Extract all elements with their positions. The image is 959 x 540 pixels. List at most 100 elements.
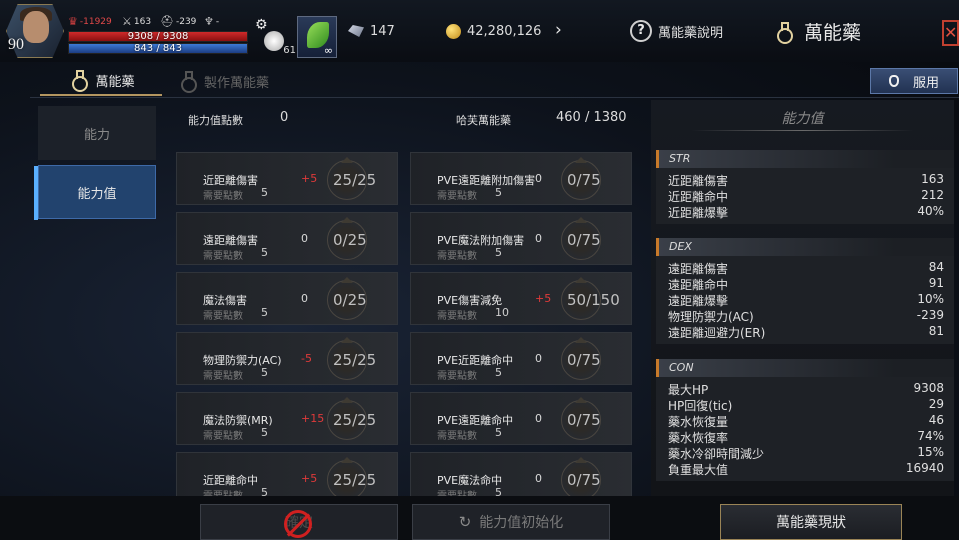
close-button[interactable]: ✕ bbox=[942, 20, 959, 46]
attack-stat: ⚔ 163 bbox=[122, 15, 152, 28]
stat-row-label: 藥水恢復量 bbox=[668, 415, 729, 429]
required-points-label: 需要點數 bbox=[203, 487, 243, 496]
stat-row: 負重最大值 16940 bbox=[656, 461, 954, 477]
stat-card-name: PVE魔法附加傷害 bbox=[437, 234, 525, 247]
stat-card-name: 近距離傷害 bbox=[203, 174, 258, 187]
stat-group-title: STR bbox=[656, 150, 954, 168]
required-points-label: 需要點數 bbox=[203, 371, 243, 382]
stat-row-value: 40% bbox=[917, 204, 944, 218]
stat-card-level: 25/25 bbox=[333, 411, 377, 429]
lawful-icon: ♛ bbox=[68, 15, 78, 28]
stat-card-name: 魔法傷害 bbox=[203, 294, 247, 307]
stat-card[interactable]: PVE魔法附加傷害 需要點數 5 0 0/75 bbox=[410, 212, 632, 265]
stat-row: 藥水恢復量 46 bbox=[656, 413, 954, 429]
required-points-label: 需要點數 bbox=[437, 191, 477, 202]
required-points-label: 需要點數 bbox=[437, 431, 477, 442]
potion-bottle-icon bbox=[888, 75, 899, 87]
stat-row-value: 84 bbox=[928, 260, 944, 274]
stat-card[interactable]: PVE近距離命中 需要點數 5 0 0/75 bbox=[410, 332, 632, 385]
stat-card[interactable]: PVE魔法命中需要點數 5 0 0/75 bbox=[410, 452, 632, 496]
required-points-value: 5 bbox=[495, 246, 502, 259]
stat-row: 遠距離爆擊 10% bbox=[656, 292, 954, 308]
help-button[interactable]: ? 萬能藥說明 bbox=[630, 20, 723, 42]
tab-elixir[interactable]: 萬能藥 bbox=[40, 66, 162, 96]
stat-row: 藥水恢復率 74% bbox=[656, 429, 954, 445]
stat-row: 近距離爆擊 40% bbox=[656, 204, 954, 220]
stat-row-value: 74% bbox=[917, 429, 944, 443]
mp-bar: 843 / 843 bbox=[68, 43, 248, 54]
character-level: 90 bbox=[8, 36, 24, 53]
stat-row: HP回復(tic) 29 bbox=[656, 397, 954, 413]
reset-icon: ↻ bbox=[458, 513, 472, 531]
stat-card[interactable]: PVE遠距離命中 需要點數 5 0 0/75 bbox=[410, 392, 632, 445]
points-value: 0 bbox=[280, 110, 289, 125]
required-points-value: 5 bbox=[495, 366, 502, 379]
stat-card[interactable]: 近距離傷害 需要點數 5 +5 25/25 bbox=[176, 152, 398, 205]
stat-group-rows: 遠距離傷害 84 遠距離命中 91 遠距離爆擊 10% 物理防禦力(AC) -239 遠距離迴避… bbox=[656, 256, 954, 344]
required-points-value: 5 bbox=[261, 486, 268, 496]
gold-currency: 42,280,126 bbox=[446, 20, 541, 42]
sidebar-item-stats[interactable]: 能力值 bbox=[34, 165, 156, 220]
tab-craft-elixir[interactable]: 製作萬能藥 bbox=[176, 66, 269, 96]
portrait-face bbox=[23, 11, 49, 43]
stat-row-label: 藥水冷卻時間減少 bbox=[668, 447, 765, 461]
stat-row-value: 16940 bbox=[905, 461, 944, 475]
required-points-value: 5 bbox=[261, 246, 268, 259]
stat-row-label: 遠距離命中 bbox=[668, 278, 729, 292]
stat-card[interactable]: 遠距離傷害 需要點數 5 0 0/25 bbox=[176, 212, 398, 265]
stat-card-name: PVE遠距離附加傷害 bbox=[437, 174, 536, 187]
required-points-label: 需要點數 bbox=[437, 251, 477, 262]
required-points-value: 5 bbox=[261, 366, 268, 379]
required-points-value: 5 bbox=[495, 426, 502, 439]
points-summary: 能力值點數 0 哈芙萬能藥 460 / 1380 bbox=[166, 110, 646, 132]
lawful-stat: ♛ -11929 bbox=[68, 15, 112, 28]
potion-slot[interactable]: ∞ bbox=[297, 16, 337, 58]
stat-card-bonus: 0 bbox=[535, 412, 542, 425]
stat-group-title: DEX bbox=[656, 238, 954, 256]
reset-stats-button[interactable]: ↻ 能力值初始化 bbox=[412, 504, 610, 540]
stat-row-label: 近距離傷害 bbox=[668, 174, 729, 188]
sidebar-item-ability[interactable]: 能力 bbox=[38, 106, 156, 160]
stat-card-level: 0/75 bbox=[567, 471, 601, 489]
chevron-right-icon[interactable]: › bbox=[555, 20, 562, 40]
stat-card-level: 0/75 bbox=[567, 351, 601, 369]
stat-card-bonus: +5 bbox=[301, 172, 318, 185]
stat-row: 物理防禦力(AC) -239 bbox=[656, 308, 954, 324]
trophy-stat: ♆ - bbox=[204, 15, 220, 28]
crystal-icon bbox=[348, 25, 364, 37]
stat-card-name: 近距離命中 bbox=[203, 474, 258, 487]
stat-card[interactable]: 魔法防禦(MR) 需要點數 5 +15 25/25 bbox=[176, 392, 398, 445]
pet-slot[interactable]: ⚙ 61 bbox=[254, 17, 296, 57]
stat-row-label: HP回復(tic) bbox=[668, 399, 733, 413]
stat-card-level: 0/25 bbox=[333, 231, 367, 249]
stat-row-label: 遠距離傷害 bbox=[668, 262, 729, 276]
pet-icon bbox=[264, 31, 284, 51]
required-points-value: 5 bbox=[261, 426, 268, 439]
stat-card-bonus: +5 bbox=[301, 472, 318, 485]
stat-card-bonus: 0 bbox=[535, 352, 542, 365]
stat-card-name: 物理防禦力(AC) bbox=[203, 354, 282, 367]
stat-row-value: 91 bbox=[928, 276, 944, 290]
elixir-stat-grid: 能力值點數 0 哈芙萬能藥 460 / 1380 近距離傷害需要點數 5 +5 25/… bbox=[166, 100, 646, 496]
stat-card[interactable]: 物理防禦力(AC) 需要點數 5 -5 25/25 bbox=[176, 332, 398, 385]
stat-card[interactable]: 近距離命中需要點數 5 +5 25/25 bbox=[176, 452, 398, 496]
stat-card-bonus: 0 bbox=[301, 292, 308, 305]
stat-card-level: 25/25 bbox=[333, 171, 377, 189]
stat-card[interactable]: PVE遠距離附加傷害 需要點數 5 0 0/75 bbox=[410, 152, 632, 205]
stat-group-title: CON bbox=[656, 359, 954, 377]
required-points-value: 5 bbox=[261, 186, 268, 199]
elixir-status-button[interactable]: 萬能藥現狀 bbox=[720, 504, 902, 540]
stat-card-name: PVE魔法命中 bbox=[437, 474, 503, 487]
stat-card-level: 0/75 bbox=[567, 231, 601, 249]
stat-card-bonus: -5 bbox=[301, 352, 312, 365]
stat-row-label: 遠距離爆擊 bbox=[668, 294, 729, 308]
flask-icon bbox=[67, 69, 89, 92]
stat-card[interactable]: PVE傷害減免 需要點數 10 +5 50/150 bbox=[410, 272, 632, 325]
use-button[interactable]: 服用 bbox=[870, 68, 958, 94]
stat-card-level: 0/75 bbox=[567, 171, 601, 189]
stat-row-label: 近距離命中 bbox=[668, 190, 729, 204]
stat-card-bonus: 0 bbox=[535, 472, 542, 485]
stat-card[interactable]: 魔法傷害 需要點數 5 0 0/25 bbox=[176, 272, 398, 325]
gold-coin-icon bbox=[446, 23, 461, 39]
stat-card-level: 50/150 bbox=[567, 291, 620, 309]
